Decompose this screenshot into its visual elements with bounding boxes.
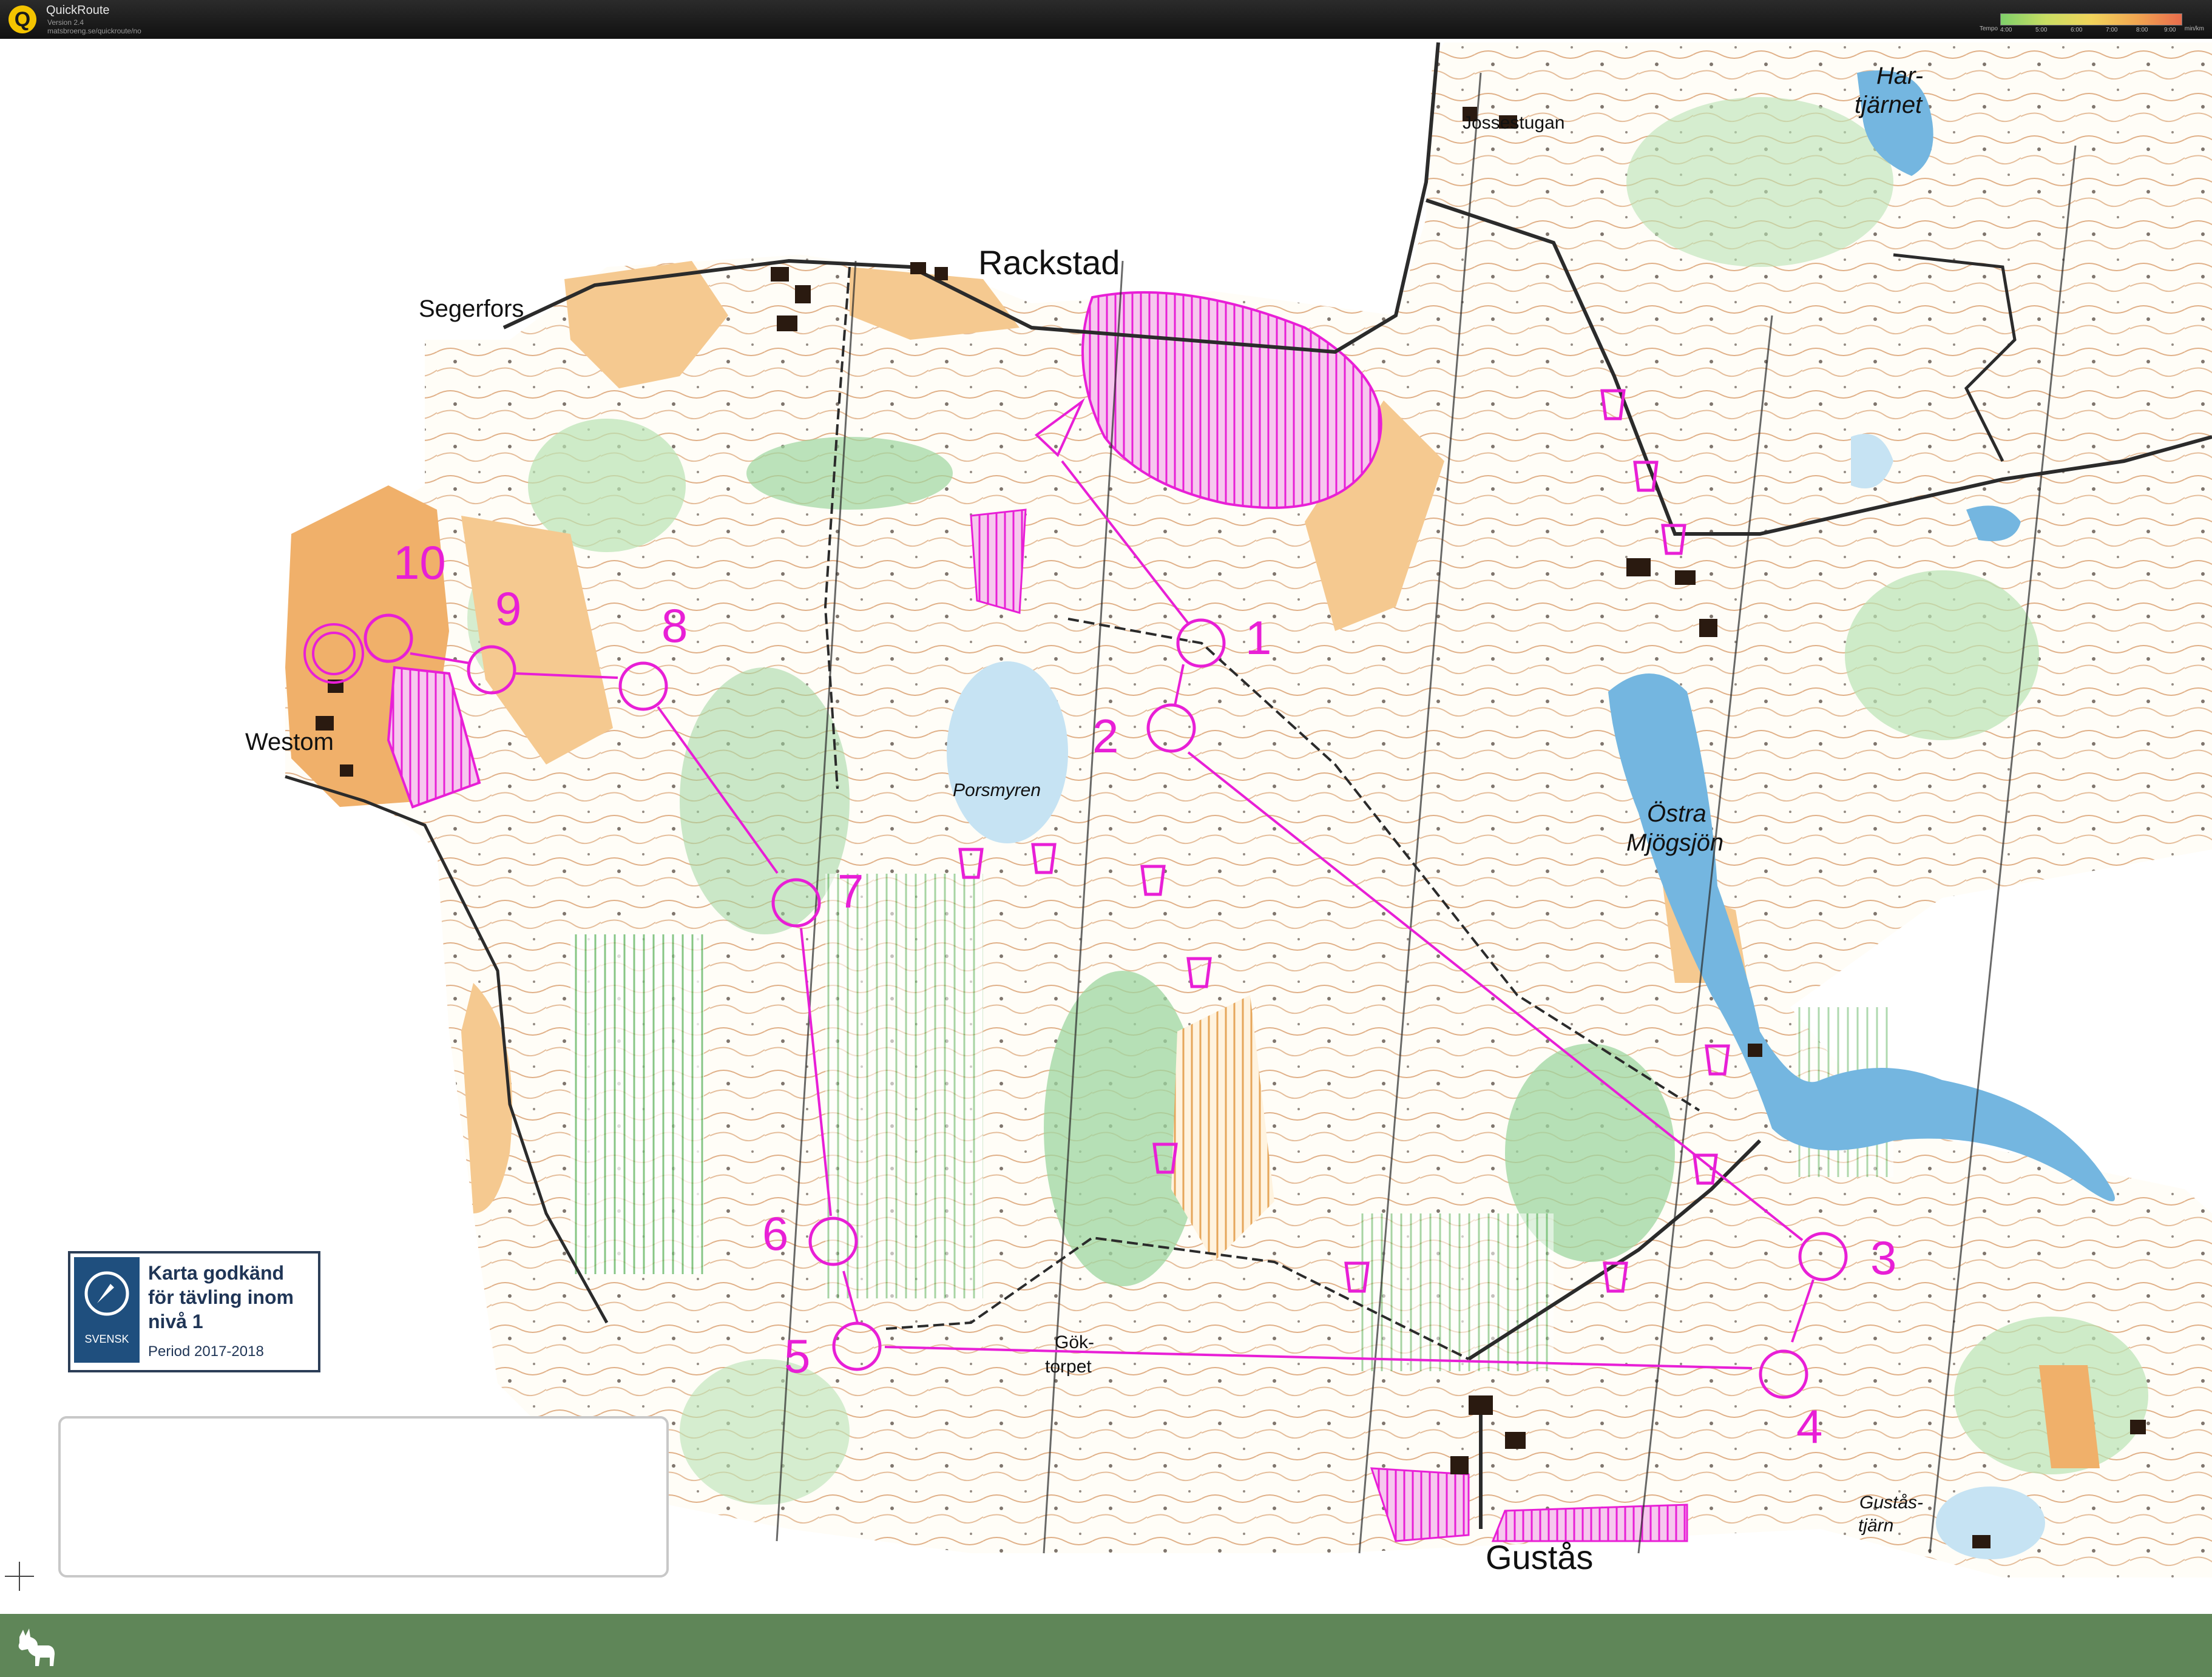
tempo-tick: 9:00: [2164, 27, 2176, 33]
control-number: 10: [393, 536, 446, 589]
map-canvas[interactable]: 1 2 3 4 5 6 7 8 9 10 Rackstad Segerfors …: [0, 39, 2212, 1614]
tempo-legend: Tempo 4:00 5:00 6:00 7:00 8:00 9:00 min/…: [1980, 8, 2204, 36]
place-name: Westom: [245, 729, 334, 755]
app-version: Version 2.4: [47, 18, 84, 27]
badge-line: Karta godkänd: [148, 1262, 285, 1284]
svensk-orientering-logo: SVENSK: [74, 1257, 140, 1363]
control-number: 5: [784, 1329, 810, 1383]
compass-icon: [84, 1271, 129, 1316]
control-number: 8: [661, 599, 688, 652]
tempo-tick: 4:00: [2000, 27, 2012, 33]
tempo-tick: 5:00: [2035, 27, 2048, 33]
quickroute-logo-icon: Q: [8, 5, 36, 33]
app-title: QuickRoute: [46, 4, 110, 17]
badge-text: Karta godkänd för tävling inom nivå 1: [148, 1261, 294, 1334]
place-name: Har-: [1876, 62, 1923, 89]
place-name: Rackstad: [978, 243, 1120, 282]
badge-logo-text: SVENSK: [84, 1333, 129, 1345]
control-number: 2: [1092, 709, 1118, 763]
title-bar: Q QuickRoute Version 2.4 matsbroeng.se/q…: [0, 0, 2212, 39]
place-name: tjärn: [1858, 1516, 1893, 1536]
orienteering-map[interactable]: 1 2 3 4 5 6 7 8 9 10 Rackstad Segerfors …: [0, 39, 2212, 1614]
place-name: torpet: [1045, 1357, 1092, 1377]
place-name: tjärnet: [1855, 92, 1923, 118]
place-name: Segerfors: [419, 295, 524, 322]
place-name: Gustås-: [1859, 1493, 1923, 1513]
app-url: matsbroeng.se/quickroute/no: [47, 27, 141, 35]
control-number: 6: [762, 1207, 788, 1260]
tempo-color-scale: [2000, 13, 2182, 25]
map-approval-badge: SVENSK Karta godkänd för tävling inom ni…: [68, 1251, 320, 1372]
badge-period: Period 2017-2018: [148, 1343, 264, 1360]
map-base-terrain: [285, 42, 2212, 1577]
tempo-tick: 7:00: [2106, 27, 2118, 33]
place-name: Gök-: [1055, 1332, 1094, 1352]
place-name: Mjögsjön: [1626, 829, 1723, 856]
control-number: 9: [495, 582, 521, 635]
control-number: 1: [1245, 611, 1271, 664]
control-number: 7: [837, 865, 864, 918]
tempo-tick: 8:00: [2136, 27, 2148, 33]
control-number: 3: [1870, 1231, 1896, 1284]
crosshair-icon[interactable]: [4, 1561, 35, 1592]
empty-info-box: [58, 1416, 669, 1577]
bottom-bar: [0, 1614, 2212, 1677]
badge-line: för tävling inom: [148, 1286, 294, 1308]
badge-line: nivå 1: [148, 1311, 203, 1332]
tempo-tick: 6:00: [2071, 27, 2083, 33]
place-name: Östra: [1647, 800, 1706, 827]
tempo-unit: min/km: [2184, 25, 2204, 32]
place-name: Porsmyren: [953, 780, 1041, 800]
place-name: Jossestugan: [1463, 113, 1564, 133]
tempo-label: Tempo: [1980, 25, 1998, 32]
moose-icon: [18, 1628, 55, 1666]
place-name: Gustås: [1486, 1538, 1593, 1576]
control-number: 4: [1796, 1400, 1822, 1453]
